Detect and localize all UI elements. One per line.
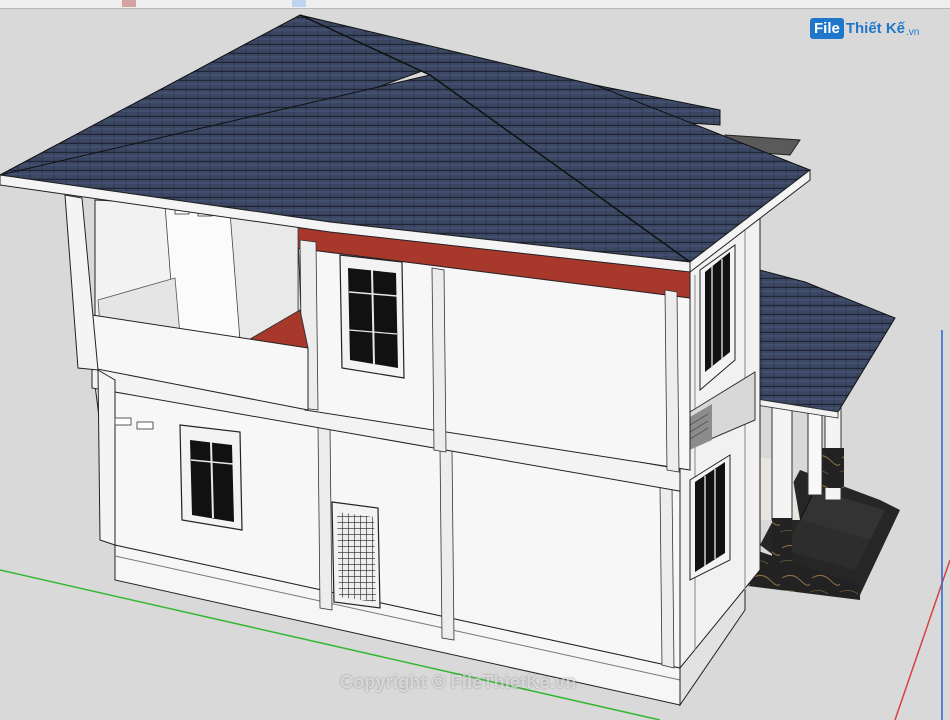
porch-column <box>771 404 793 521</box>
logo-suffix: .vn <box>906 27 920 38</box>
orbit-tool-button[interactable] <box>460 0 474 7</box>
zoom-tool-button[interactable] <box>500 0 514 7</box>
upper-window <box>339 254 405 379</box>
ground-left-window <box>179 424 243 531</box>
line-tool-button[interactable] <box>168 0 182 7</box>
site-logo: File Thiết Kế .vn <box>810 14 919 42</box>
eraser-tool-button[interactable] <box>122 0 136 7</box>
sketchup-window: File Thiết Kế .vn Copyright © FileThietK… <box>0 0 950 720</box>
paint-tool-button[interactable] <box>535 0 549 7</box>
corner-column <box>64 194 99 371</box>
copyright-watermark: Copyright © FileThietKe.vn <box>340 672 577 692</box>
side-door <box>331 501 381 609</box>
rectangle-tool-button[interactable] <box>258 0 272 7</box>
toolbar <box>0 0 950 9</box>
porch-roof <box>749 267 896 413</box>
logo-text: Thiết Kế <box>845 19 906 37</box>
select-tool-button[interactable] <box>2 0 16 7</box>
circle-tool-button[interactable] <box>292 0 306 7</box>
move-tool-button[interactable] <box>400 0 414 7</box>
logo-badge: File <box>810 17 844 39</box>
push-pull-tool-button[interactable] <box>350 0 364 7</box>
3d-viewport[interactable] <box>0 8 950 720</box>
